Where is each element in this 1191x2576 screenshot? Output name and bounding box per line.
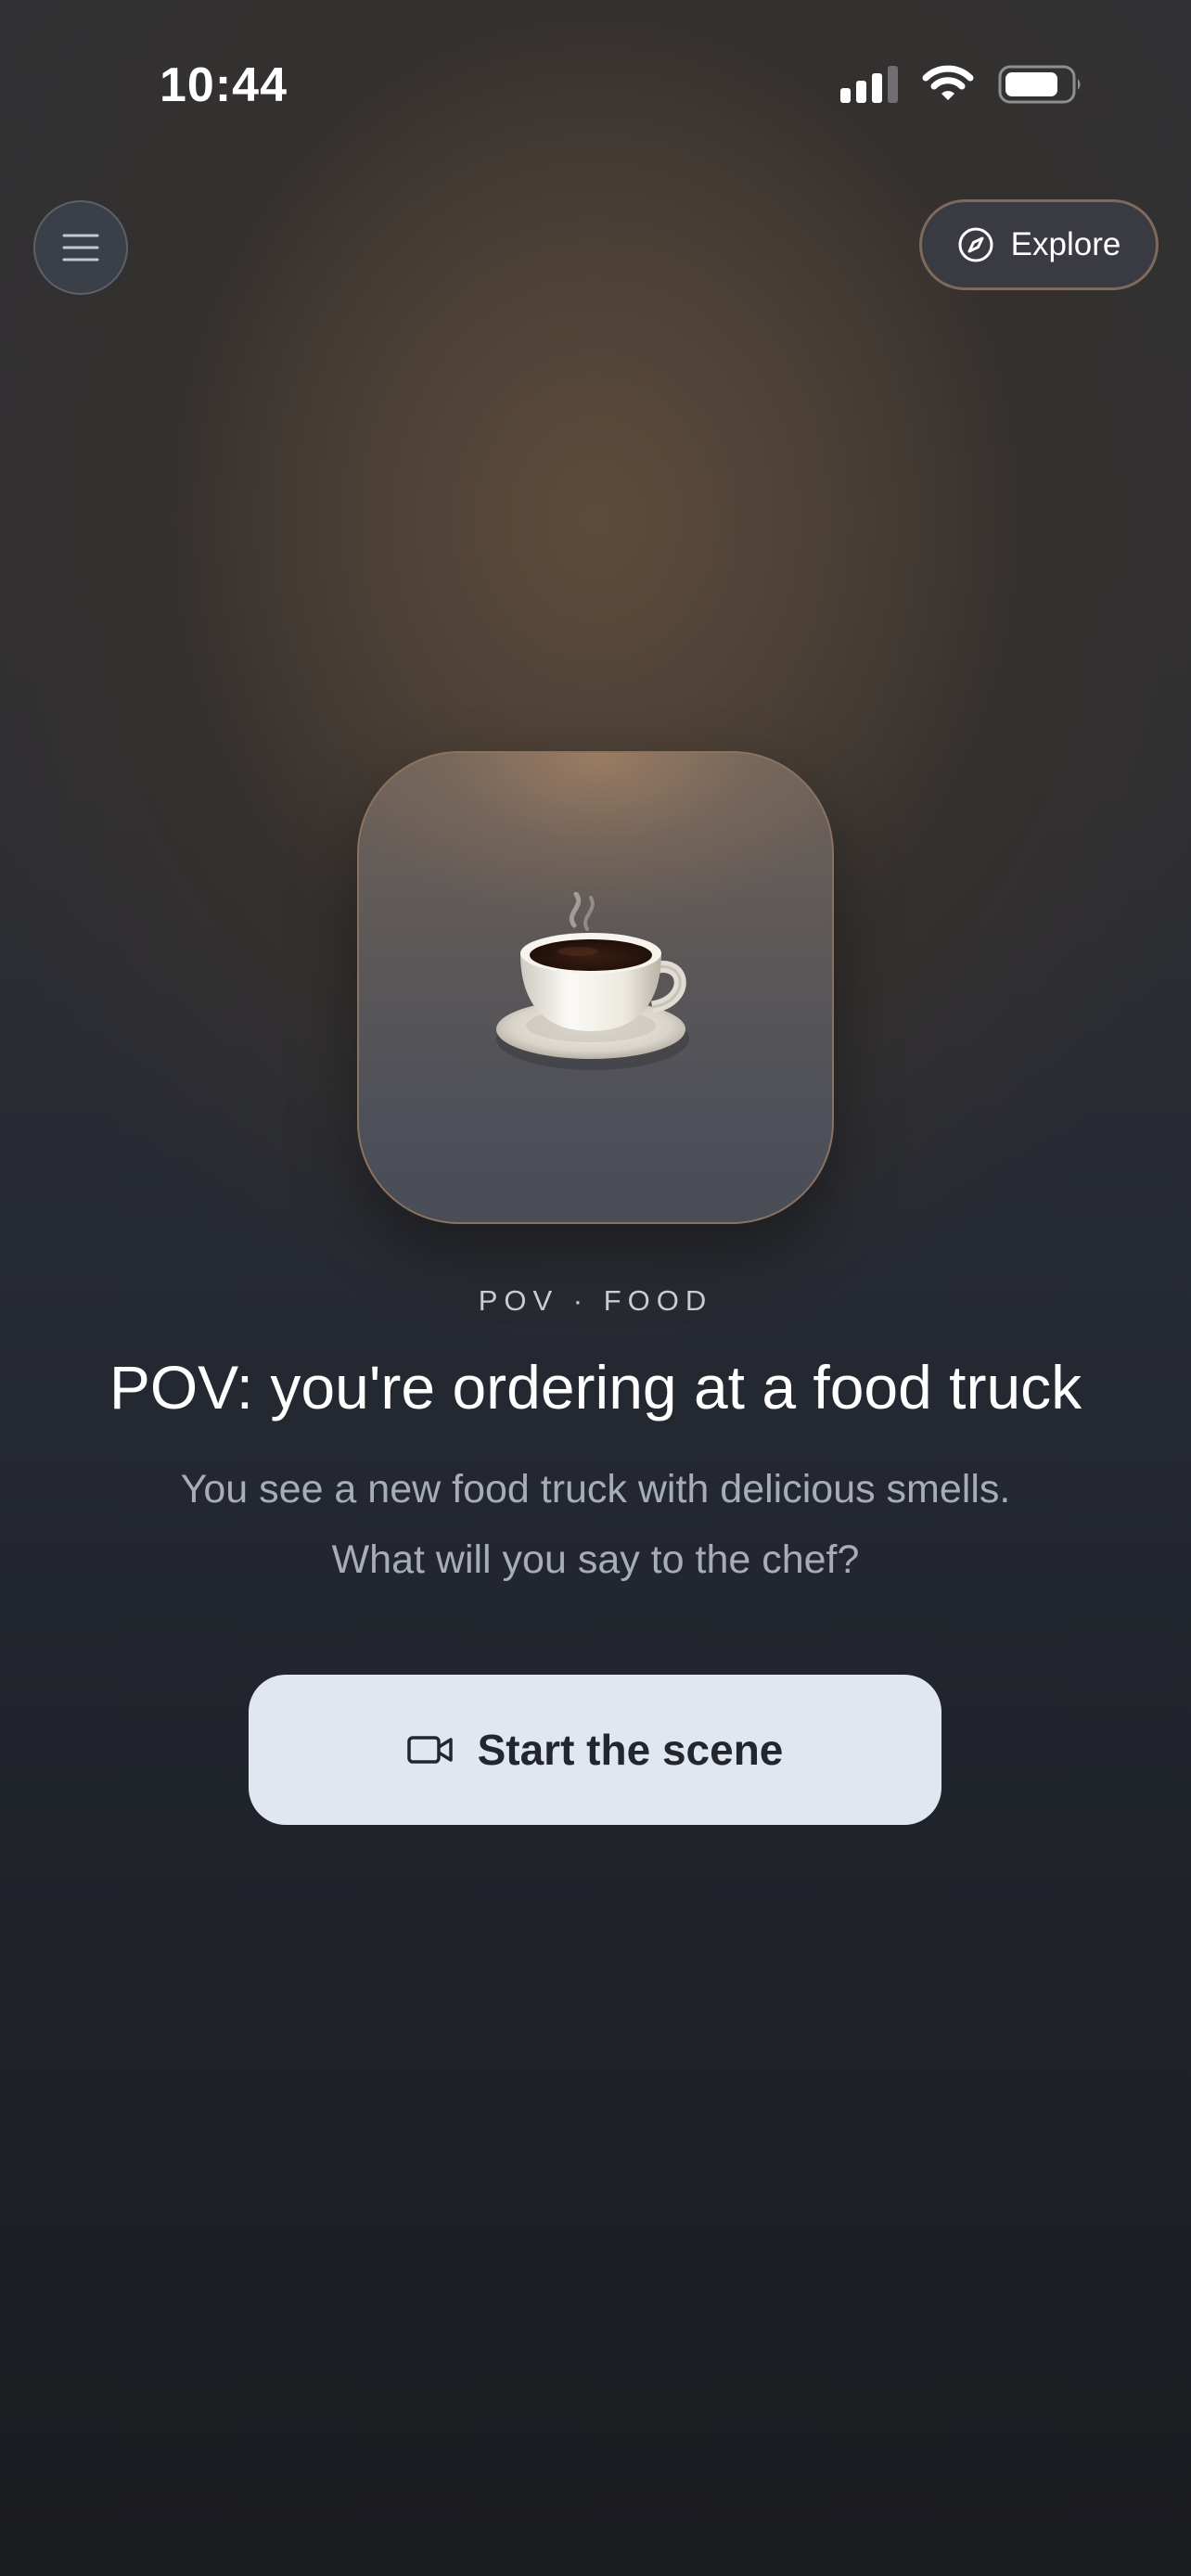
- coffee-cup-icon: [489, 891, 711, 1096]
- start-scene-label: Start the scene: [477, 1726, 784, 1774]
- menu-button[interactable]: [33, 200, 128, 295]
- start-scene-button[interactable]: Start the scene: [249, 1675, 941, 1825]
- wifi-icon: [922, 65, 974, 100]
- battery-icon: [998, 65, 1081, 104]
- scene-description-line-2: What will you say to the chef?: [331, 1537, 860, 1582]
- compass-icon: [958, 227, 993, 262]
- explore-label: Explore: [1010, 226, 1121, 262]
- scene-description-line-1: You see a new food truck with delicious …: [180, 1467, 1011, 1511]
- status-time: 10:44: [160, 58, 288, 112]
- explore-button[interactable]: Explore: [919, 199, 1159, 290]
- video-camera-icon: [406, 1736, 453, 1764]
- scene-icon-card: [357, 751, 834, 1224]
- status-icons: [840, 65, 1083, 104]
- scene-description: You see a new food truck with delicious …: [93, 1454, 1098, 1595]
- hamburger-menu-icon: [62, 234, 99, 261]
- cellular-signal-icon: [840, 66, 898, 103]
- scene-category: POV · FOOD: [478, 1284, 713, 1317]
- scene-title: POV: you're ordering at a food truck: [109, 1353, 1082, 1422]
